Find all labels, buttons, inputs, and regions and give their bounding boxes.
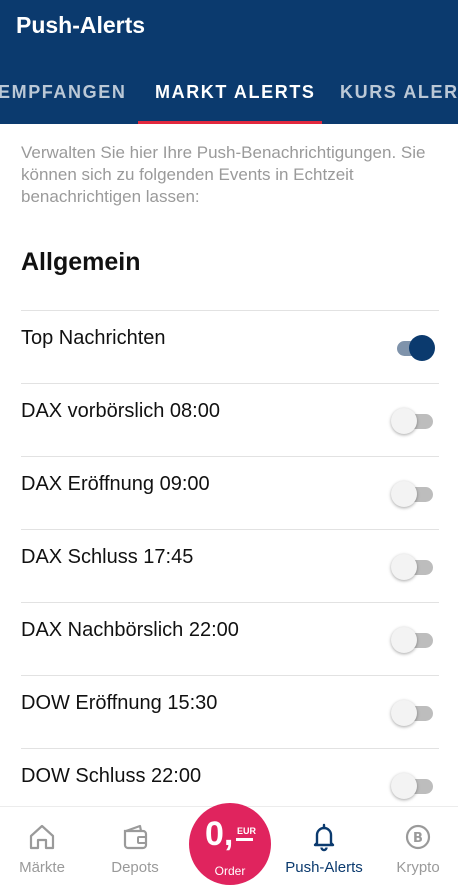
section-title: Allgemein bbox=[21, 248, 141, 276]
alert-row-dax-eroeffnung: DAX Eröffnung 09:00 bbox=[21, 456, 439, 529]
tab-markt-alerts[interactable]: MARKT ALERTS bbox=[155, 82, 316, 103]
wallet-icon bbox=[123, 824, 148, 850]
page-title: Push-Alerts bbox=[16, 12, 146, 38]
alert-toggle[interactable] bbox=[391, 700, 435, 726]
alert-label: DAX vorbörslich 08:00 bbox=[21, 400, 220, 422]
nav-label: Krypto bbox=[396, 859, 440, 876]
alert-label: DAX Eröffnung 09:00 bbox=[21, 473, 210, 495]
alert-row-dow-eroeffnung: DOW Eröffnung 15:30 bbox=[21, 675, 439, 748]
order-dash bbox=[236, 838, 253, 841]
alert-label: DAX Schluss 17:45 bbox=[21, 546, 194, 568]
alert-row-top-nachrichten: Top Nachrichten bbox=[21, 310, 439, 383]
alert-toggle[interactable] bbox=[391, 408, 435, 434]
tab-empfangen[interactable]: EMPFANGEN bbox=[0, 82, 126, 103]
nav-item-maerkte[interactable]: Märkte bbox=[0, 807, 87, 895]
alert-row-dax-vorboerslich: DAX vorbörslich 08:00 bbox=[21, 383, 439, 456]
tab-kurs-alerts[interactable]: KURS ALERTS bbox=[340, 82, 458, 103]
nav-item-krypto[interactable]: B Krypto bbox=[373, 807, 458, 895]
alert-toggle[interactable] bbox=[391, 773, 435, 799]
app-bar: Push-Alerts EMPFANGEN MARKT ALERTS KURS … bbox=[0, 0, 458, 124]
alert-toggle[interactable] bbox=[391, 554, 435, 580]
alert-toggle[interactable] bbox=[391, 481, 435, 507]
alert-list: Top Nachrichten DAX vorbörslich 08:00 DA… bbox=[21, 310, 439, 821]
bitcoin-icon: B bbox=[405, 824, 431, 850]
nav-label: Depots bbox=[111, 859, 159, 876]
intro-text: Verwalten Sie hier Ihre Push-Benachricht… bbox=[21, 143, 426, 206]
alert-label: DOW Eröffnung 15:30 bbox=[21, 692, 218, 714]
nav-label: Märkte bbox=[19, 859, 65, 876]
alert-row-dax-schluss: DAX Schluss 17:45 bbox=[21, 529, 439, 602]
nav-item-push-alerts[interactable]: Push-Alerts bbox=[279, 807, 369, 895]
order-label: Order bbox=[214, 864, 246, 878]
order-amount: 0, bbox=[205, 815, 234, 853]
alert-toggle[interactable] bbox=[391, 335, 435, 361]
bell-icon bbox=[313, 823, 335, 852]
nav-label: Push-Alerts bbox=[285, 859, 363, 876]
tab-bar: EMPFANGEN MARKT ALERTS KURS ALERTS bbox=[0, 66, 458, 124]
svg-text:B: B bbox=[413, 831, 423, 846]
alert-label: DOW Schluss 22:00 bbox=[21, 765, 202, 787]
alert-label: DAX Nachbörslich 22:00 bbox=[21, 619, 239, 641]
alert-label: Top Nachrichten bbox=[21, 327, 166, 349]
active-tab-indicator bbox=[138, 121, 322, 124]
home-icon bbox=[29, 824, 55, 850]
alert-toggle[interactable] bbox=[391, 627, 435, 653]
nav-item-depots[interactable]: Depots bbox=[90, 807, 180, 895]
order-button[interactable]: 0, EUR Order bbox=[189, 803, 271, 885]
alert-row-dax-nachboerslich: DAX Nachbörslich 22:00 bbox=[21, 602, 439, 675]
order-currency: EUR bbox=[237, 826, 257, 836]
